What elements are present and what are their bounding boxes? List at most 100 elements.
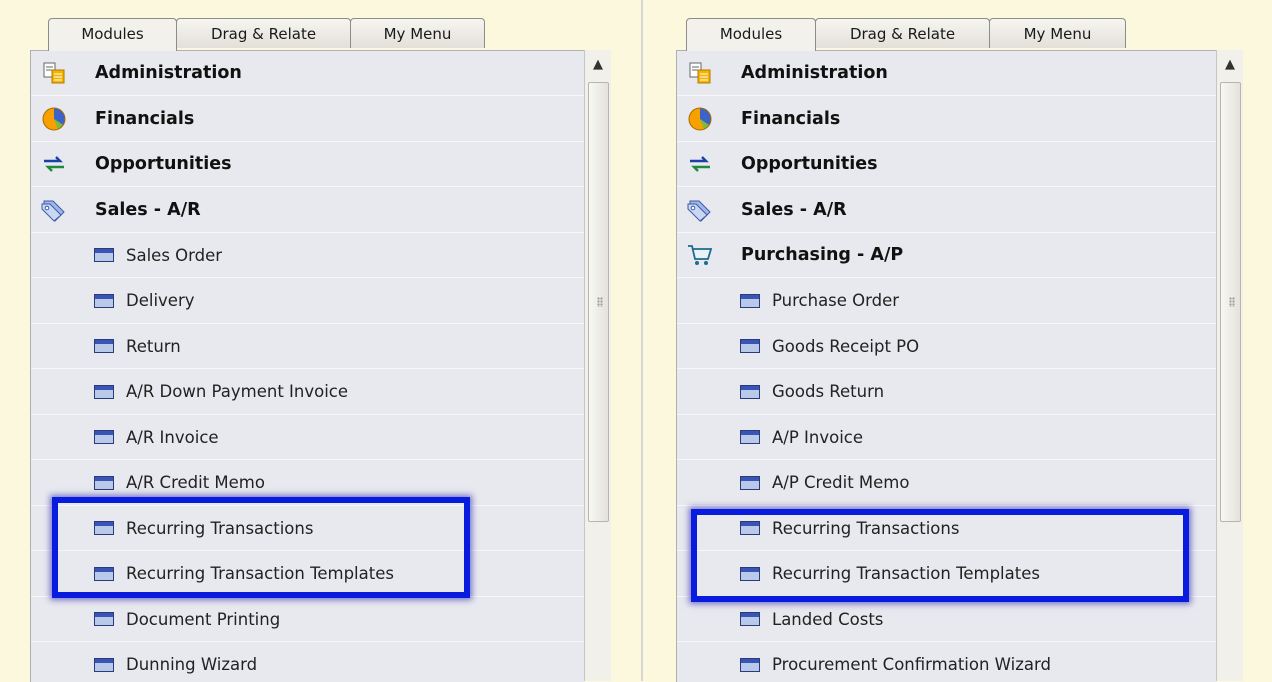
menu-item-label: A/P Invoice [772, 428, 863, 447]
menu-item-document-printing[interactable]: Document Printing [31, 597, 584, 642]
window-icon [91, 333, 117, 359]
menu-item-recurring-transaction-templates[interactable]: Recurring Transaction Templates [31, 552, 584, 597]
menu-item-label: Sales Order [126, 246, 222, 265]
menu-item-recurring-transaction-templates[interactable]: Recurring Transaction Templates [677, 552, 1216, 597]
menu-item-a-r-invoice[interactable]: A/R Invoice [31, 415, 584, 460]
menu-item-label: Opportunities [95, 154, 232, 174]
window-icon [91, 515, 117, 541]
menu-item-recurring-transactions[interactable]: Recurring Transactions [31, 506, 584, 551]
tab-modules[interactable]: Modules [48, 18, 177, 51]
menu-item-dunning-wizard[interactable]: Dunning Wizard [31, 643, 584, 682]
menu-item-recurring-transactions[interactable]: Recurring Transactions [677, 506, 1216, 551]
module-item-purchasing-a-p[interactable]: Purchasing - A/P [677, 233, 1216, 278]
menu-item-label: Return [126, 337, 181, 356]
module-item-administration[interactable]: Administration [31, 51, 584, 96]
menu-item-sales-order[interactable]: Sales Order [31, 233, 584, 278]
menu-item-a-r-credit-memo[interactable]: A/R Credit Memo [31, 461, 584, 506]
window-icon [91, 470, 117, 496]
tab-modules[interactable]: Modules [686, 18, 816, 51]
window-icon [737, 470, 763, 496]
menu-item-label: Financials [95, 109, 194, 129]
menu-item-goods-receipt-po[interactable]: Goods Receipt PO [677, 324, 1216, 369]
window-icon [91, 379, 117, 405]
menu-item-label: Dunning Wizard [126, 655, 257, 674]
menu-item-procurement-confirmation-wizard[interactable]: Procurement Confirmation Wizard [677, 643, 1216, 682]
window-icon [737, 288, 763, 314]
menu-item-return[interactable]: Return [31, 324, 584, 369]
scroll-up-arrow-icon[interactable]: ▲ [1220, 54, 1240, 76]
menu-item-label: Recurring Transactions [126, 519, 313, 538]
window-icon [91, 652, 117, 678]
menu-item-label: A/P Credit Memo [772, 473, 909, 492]
window-icon [91, 242, 117, 268]
left-menu-panel: Modules Drag & Relate My Menu Administra… [0, 0, 630, 681]
menu-item-delivery[interactable]: Delivery [31, 279, 584, 324]
scroll-up-arrow-icon[interactable]: ▲ [588, 54, 608, 76]
vertical-scrollbar[interactable]: ▲ [584, 50, 611, 681]
module-item-financials[interactable]: Financials [677, 97, 1216, 142]
module-tree: Administration Financials Opportunities Sal… [676, 50, 1216, 682]
tab-drag-relate[interactable]: Drag & Relate [176, 18, 351, 48]
right-menu-panel: Modules Drag & Relate My Menu Administra… [646, 0, 1272, 681]
administration-icon [41, 60, 67, 86]
purchasing-cart-icon [687, 242, 713, 268]
module-tree: Administration Financials Opportunities Sal… [30, 50, 584, 682]
menu-item-goods-return[interactable]: Goods Return [677, 370, 1216, 415]
window-icon [91, 606, 117, 632]
menu-item-label: Goods Receipt PO [772, 337, 919, 356]
menu-item-label: Financials [741, 109, 840, 129]
window-icon [91, 561, 117, 587]
menu-item-label: Recurring Transaction Templates [126, 564, 394, 583]
module-item-sales-a-r[interactable]: Sales - A/R [31, 188, 584, 233]
menu-item-label: Administration [741, 63, 888, 83]
window-icon [91, 424, 117, 450]
financials-pie-icon [41, 106, 67, 132]
sales-tag-icon [687, 197, 713, 223]
window-icon [737, 333, 763, 359]
menu-item-label: Landed Costs [772, 610, 883, 629]
menu-item-purchase-order[interactable]: Purchase Order [677, 279, 1216, 324]
menu-item-label: Purchase Order [772, 291, 899, 310]
menu-item-a-r-down-payment-invoice[interactable]: A/R Down Payment Invoice [31, 370, 584, 415]
menu-item-label: Recurring Transaction Templates [772, 564, 1040, 583]
window-icon [737, 424, 763, 450]
opportunities-arrows-icon [41, 151, 67, 177]
tab-drag-relate[interactable]: Drag & Relate [815, 18, 990, 48]
module-item-financials[interactable]: Financials [31, 97, 584, 142]
window-icon [737, 379, 763, 405]
menu-item-label: Delivery [126, 291, 195, 310]
window-icon [737, 652, 763, 678]
menu-item-label: Procurement Confirmation Wizard [772, 655, 1051, 674]
module-item-opportunities[interactable]: Opportunities [677, 142, 1216, 187]
window-icon [91, 288, 117, 314]
tab-my-menu[interactable]: My Menu [989, 18, 1126, 48]
menu-item-landed-costs[interactable]: Landed Costs [677, 597, 1216, 642]
menu-item-label: Sales - A/R [741, 200, 847, 220]
window-icon [737, 606, 763, 632]
administration-icon [687, 60, 713, 86]
scrollbar-thumb[interactable] [1220, 82, 1241, 522]
menu-item-a-p-credit-memo[interactable]: A/P Credit Memo [677, 461, 1216, 506]
sales-tag-icon [41, 197, 67, 223]
financials-pie-icon [687, 106, 713, 132]
menu-item-label: A/R Credit Memo [126, 473, 265, 492]
menu-item-label: Opportunities [741, 154, 878, 174]
vertical-scrollbar[interactable]: ▲ [1216, 50, 1243, 681]
menu-item-label: Recurring Transactions [772, 519, 959, 538]
scrollbar-thumb[interactable] [588, 82, 609, 522]
panel-divider [641, 0, 643, 681]
menu-item-label: Purchasing - A/P [741, 245, 903, 265]
module-item-administration[interactable]: Administration [677, 51, 1216, 96]
menu-item-a-p-invoice[interactable]: A/P Invoice [677, 415, 1216, 460]
tab-my-menu[interactable]: My Menu [350, 18, 485, 48]
window-icon [737, 515, 763, 541]
menu-item-label: Administration [95, 63, 242, 83]
module-item-sales-a-r[interactable]: Sales - A/R [677, 188, 1216, 233]
menu-item-label: A/R Invoice [126, 428, 219, 447]
menu-item-label: Goods Return [772, 382, 884, 401]
menu-item-label: A/R Down Payment Invoice [126, 382, 348, 401]
module-item-opportunities[interactable]: Opportunities [31, 142, 584, 187]
menu-item-label: Document Printing [126, 610, 280, 629]
opportunities-arrows-icon [687, 151, 713, 177]
window-icon [737, 561, 763, 587]
